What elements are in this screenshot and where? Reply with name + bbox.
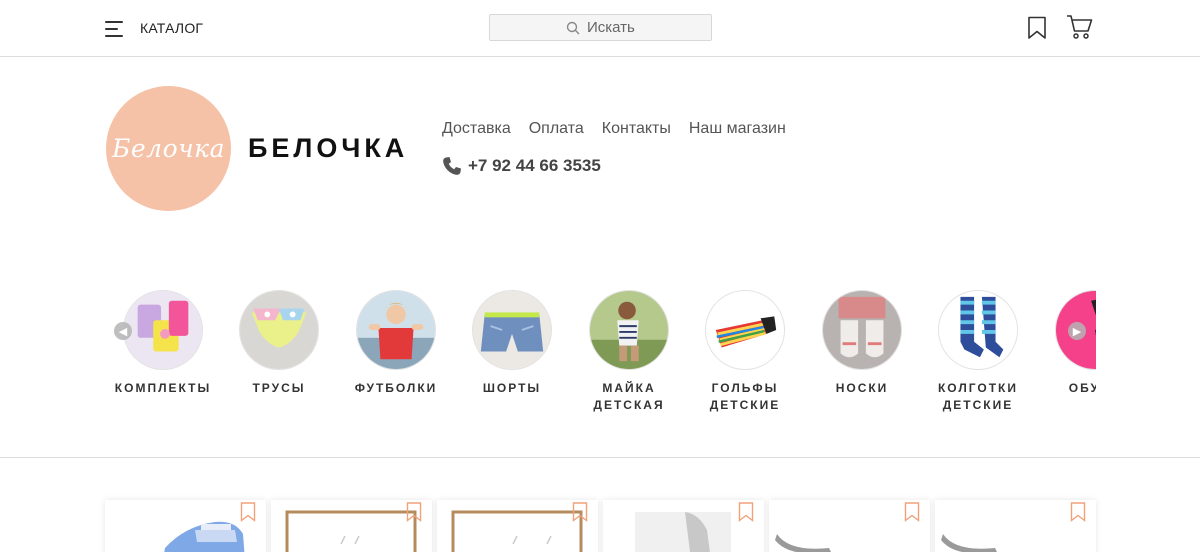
catalog-label: КАТАЛОГ [140,20,204,36]
category-image [705,290,785,370]
category-image [822,290,902,370]
category-image [123,290,203,370]
category-image [239,290,319,370]
category-image [356,290,436,370]
product-card[interactable] [271,500,432,552]
nav-contacts-link[interactable]: Контакты [602,120,671,138]
category-item[interactable]: ТРУСЫ [221,286,337,397]
bookmark-icon[interactable] [240,502,256,522]
category-carousel: КОМПЛЕКТЫ ТРУСЫ ФУТБОЛКИ ШОРТЫ МАЙКА ДЕТ… [105,286,1096,426]
category-label: КОМПЛЕКТЫ [114,381,212,395]
product-card[interactable] [935,500,1096,552]
category-item[interactable]: ГОЛЬФЫ ДЕТСКИЕ [687,286,803,414]
search-input[interactable] [587,19,635,36]
bookmark-icon[interactable] [904,502,920,522]
category-label: ГОЛЬФЫ ДЕТСКИЕ [709,381,781,412]
category-label: ТРУСЫ [252,381,306,395]
shop-name: БЕЛОЧКА [248,133,409,163]
bookmark-icon[interactable] [738,502,754,522]
product-card[interactable] [105,500,266,552]
category-item[interactable]: ФУТБОЛКИ [338,286,454,397]
bookmark-icon[interactable] [572,502,588,522]
bookmark-icon[interactable] [406,502,422,522]
shop-logo[interactable]: Белочка [106,86,231,211]
header-nav: Доставка Оплата Контакты Наш магазин [442,120,786,138]
category-item[interactable]: КОМПЛЕКТЫ [105,286,221,397]
category-item[interactable]: НОСКИ [804,286,920,397]
product-card[interactable] [437,500,598,552]
top-bar: КАТАЛОГ [0,0,1200,57]
nav-our-store-link[interactable]: Наш магазин [689,120,786,138]
category-item[interactable]: ОБУВЬ [1037,286,1096,397]
product-card[interactable] [603,500,764,552]
carousel-prev-button[interactable]: ◀ [114,322,132,340]
search-icon [566,21,580,35]
chevron-right-icon: ▶ [1072,325,1082,338]
search-box[interactable] [489,14,712,41]
bookmark-icon[interactable] [1070,502,1086,522]
category-label: НОСКИ [835,381,889,395]
product-grid [105,500,1096,552]
phone-link[interactable]: +7 92 44 66 3535 [442,156,601,176]
category-image [938,290,1018,370]
logo-text: Белочка [111,134,226,163]
catalog-menu-button[interactable]: КАТАЛОГ [105,17,203,39]
phone-icon [442,156,462,176]
category-image [472,290,552,370]
category-item[interactable]: МАЙКА ДЕТСКАЯ [571,286,687,414]
category-label: ОБУВЬ [1068,381,1096,395]
category-image [589,290,669,370]
category-label: КОЛГОТКИ ДЕТСКИЕ [937,381,1019,412]
bookmark-icon[interactable] [1027,16,1047,40]
category-label: МАЙКА ДЕТСКАЯ [593,381,665,412]
cart-icon[interactable] [1066,14,1093,40]
category-item[interactable]: ШОРТЫ [454,286,570,397]
section-divider [0,457,1200,458]
category-label: ШОРТЫ [482,381,542,395]
category-item[interactable]: КОЛГОТКИ ДЕТСКИЕ [920,286,1036,414]
carousel-next-button[interactable]: ▶ [1068,322,1086,340]
menu-icon [105,19,125,37]
category-label: ФУТБОЛКИ [354,381,438,395]
chevron-left-icon: ◀ [118,325,128,338]
nav-delivery-link[interactable]: Доставка [442,120,511,138]
product-card[interactable] [769,500,930,552]
phone-number: +7 92 44 66 3535 [468,156,601,175]
nav-payment-link[interactable]: Оплата [529,120,584,138]
